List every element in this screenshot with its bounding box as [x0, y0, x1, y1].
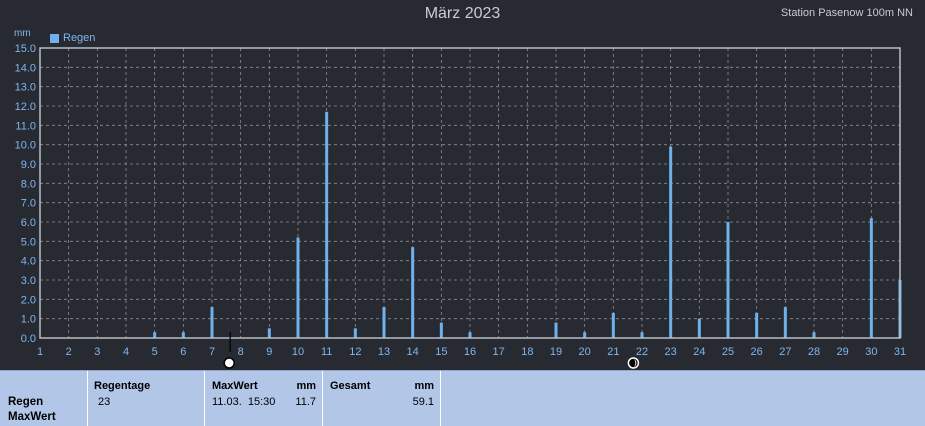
x-tick-label: 3 — [94, 346, 100, 358]
bar-regen — [783, 307, 787, 338]
bar-regen — [439, 322, 443, 338]
y-tick-label: 2.0 — [21, 294, 36, 306]
x-tick-label: 8 — [238, 346, 244, 358]
bar-regen — [267, 328, 271, 338]
gesamt-value: 59.1 — [412, 396, 434, 408]
x-tick-label: 27 — [779, 346, 791, 358]
x-tick-label: 7 — [209, 346, 215, 358]
bar-regen — [726, 222, 730, 338]
x-tick-label: 25 — [722, 346, 734, 358]
regentage-header: Regentage — [94, 380, 151, 392]
bar-regen — [353, 328, 357, 338]
summary-panel: Regen MaxWert Regentage 23 MaxWert mm 11… — [0, 370, 925, 426]
x-tick-label: 6 — [180, 346, 186, 358]
regentage-value: 23 — [98, 396, 111, 408]
x-tick-label: 15 — [435, 346, 447, 358]
x-tick-label: 30 — [865, 346, 877, 358]
maxwert-value: 11.7 — [295, 396, 316, 408]
chart-area: März 2023 Station Pasenow 100m NN mm Reg… — [0, 0, 925, 370]
x-tick-label: 29 — [837, 346, 849, 358]
bar-regen — [697, 318, 701, 338]
bar-regen — [583, 332, 587, 338]
y-tick-label: 9.0 — [21, 159, 36, 171]
x-tick-label: 1 — [37, 346, 43, 358]
x-tick-label: 28 — [808, 346, 820, 358]
x-tick-label: 18 — [521, 346, 533, 358]
x-tick-label: 10 — [292, 346, 304, 358]
y-tick-label: 1.0 — [21, 314, 36, 326]
gesamt-unit: mm — [414, 380, 434, 392]
row-label-maxwert: MaxWert — [8, 411, 56, 423]
maxwert-unit: mm — [296, 380, 316, 392]
y-tick-label: 8.0 — [21, 178, 36, 190]
x-tick-label: 2 — [66, 346, 72, 358]
maxwert-time: 11.03. 15:30 — [212, 396, 276, 408]
bar-regen — [382, 307, 386, 338]
x-tick-label: 13 — [378, 346, 390, 358]
x-tick-label: 22 — [636, 346, 648, 358]
x-tick-label: 9 — [266, 346, 272, 358]
y-tick-label: 13.0 — [15, 82, 36, 94]
bar-regen — [611, 312, 615, 338]
x-tick-label: 12 — [349, 346, 361, 358]
x-tick-label: 20 — [579, 346, 591, 358]
rain-bar-chart: 0.01.02.03.04.05.06.07.08.09.010.011.012… — [15, 43, 907, 369]
grid — [40, 48, 900, 338]
x-tick-label: 19 — [550, 346, 562, 358]
bar-regen — [210, 307, 214, 338]
bar-regen — [554, 322, 558, 338]
x-tick-label: 5 — [152, 346, 158, 358]
full-moon-icon — [223, 357, 235, 369]
bar-regen — [812, 332, 816, 338]
x-tick-label: 21 — [607, 346, 619, 358]
bar-regen — [669, 146, 673, 338]
x-tick-label: 24 — [693, 346, 705, 358]
y-tick-label: 4.0 — [21, 256, 36, 268]
y-tick-label: 15.0 — [15, 43, 36, 55]
bar-regen — [869, 218, 873, 338]
y-tick-label: 10.0 — [15, 140, 36, 152]
row-label-regen: Regen — [8, 396, 44, 408]
summary-gesamt: Gesamt mm 59.1 — [323, 371, 441, 426]
bar-regen — [411, 247, 415, 338]
y-tick-label: 3.0 — [21, 275, 36, 287]
summary-row-labels: Regen MaxWert — [0, 371, 88, 426]
y-tick-label: 6.0 — [21, 217, 36, 229]
x-tick-label: 26 — [751, 346, 763, 358]
bar-regen — [296, 237, 300, 338]
bar-regen — [640, 332, 644, 338]
gesamt-header: Gesamt — [330, 380, 371, 392]
new-moon-icon — [627, 357, 640, 369]
x-tick-label: 23 — [665, 346, 677, 358]
summary-maxwert: MaxWert mm 11.03. 15:30 11.7 — [205, 371, 323, 426]
bar-regen — [755, 312, 759, 338]
bar-regen — [153, 332, 157, 338]
bar-regen — [468, 332, 472, 338]
y-tick-label: 12.0 — [15, 101, 36, 113]
x-tick-label: 4 — [123, 346, 129, 358]
summary-regentage: Regentage 23 — [88, 371, 205, 426]
x-tick-label: 31 — [894, 346, 906, 358]
bar-regen — [181, 332, 185, 338]
x-tick-label: 14 — [407, 346, 419, 358]
x-tick-label: 17 — [493, 346, 505, 358]
y-tick-label: 14.0 — [15, 62, 36, 74]
maxwert-header: MaxWert — [212, 380, 258, 392]
y-tick-label: 5.0 — [21, 236, 36, 248]
axes: 0.01.02.03.04.05.06.07.08.09.010.011.012… — [15, 43, 907, 358]
y-tick-label: 0.0 — [21, 333, 36, 345]
x-tick-label: 11 — [321, 346, 332, 358]
bar-regen — [325, 111, 329, 338]
y-tick-label: 7.0 — [21, 198, 36, 210]
y-tick-label: 11.0 — [15, 120, 36, 132]
x-tick-label: 16 — [464, 346, 476, 358]
